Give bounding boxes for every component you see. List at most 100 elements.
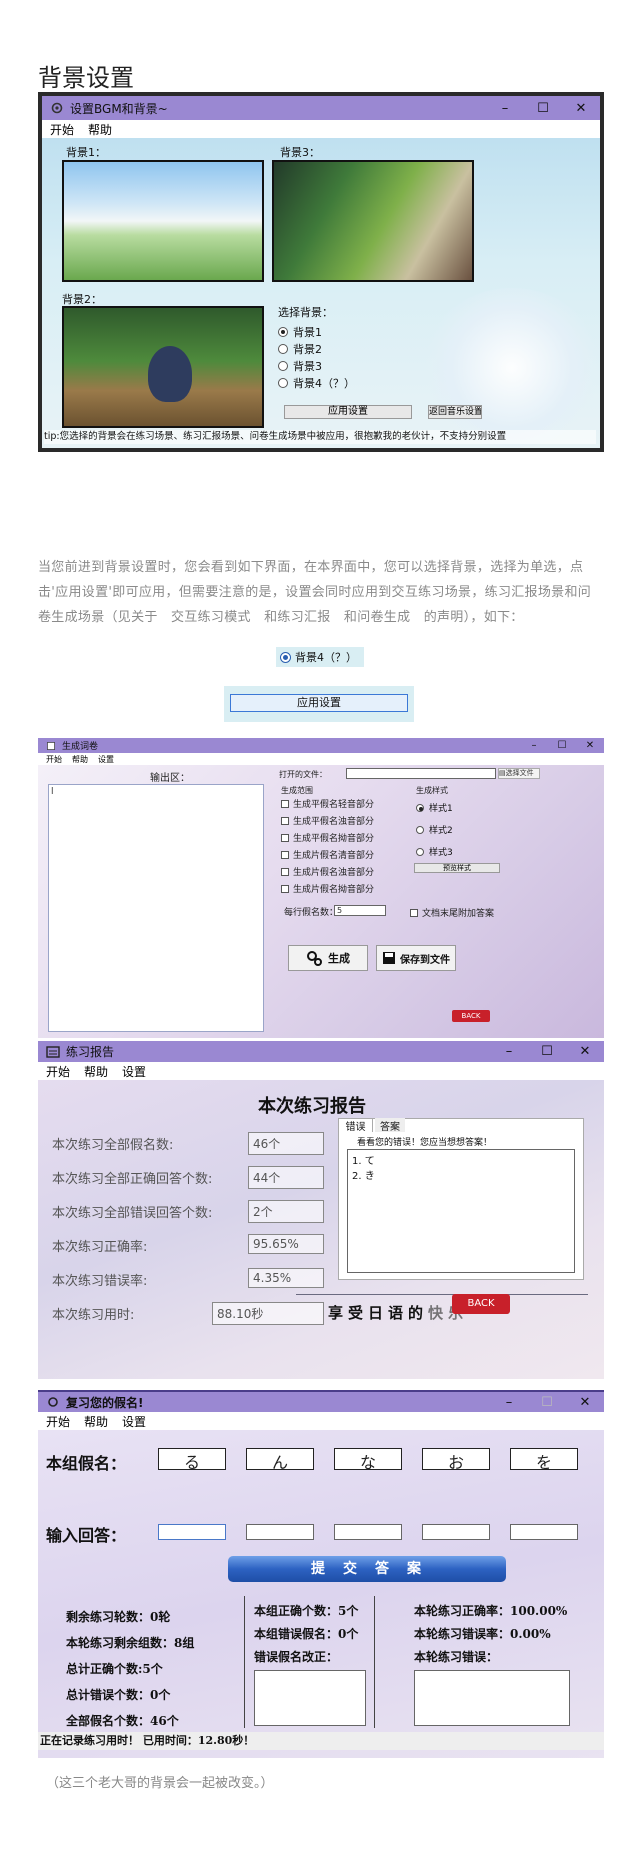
kana-box-3: な [334,1448,402,1472]
gear-icon [51,102,63,114]
maximize-button[interactable]: ☐ [548,740,576,751]
tab-answers[interactable]: 答案 [375,1118,405,1133]
menu-start[interactable]: 开始 [46,1063,70,1080]
submit-answer-button[interactable]: 提 交 答 案 [228,1556,506,1582]
close-button[interactable]: ✕ [576,740,604,751]
output-textarea[interactable]: l [48,784,264,1032]
stats-mid: 本组正确个数：5个 本组错误假名：0个 错误假名改正： [254,1602,358,1665]
checkbox-icon [281,816,289,825]
menu-start[interactable]: 开始 [46,754,62,765]
style-title: 生成样式 [416,786,448,795]
range-checkbox-1[interactable]: 生成平假名轻音部分 [281,797,374,810]
choose-file-button[interactable]: ▤选择文件 [498,768,540,779]
minimize-button[interactable]: – [490,1395,528,1410]
style-radio-3[interactable]: 样式3 [416,845,453,858]
answer-input-2[interactable] [246,1524,314,1540]
append-answer-checkbox[interactable]: 文档末尾附加答案 [410,906,494,919]
maximize-button[interactable]: ☐ [528,1044,566,1059]
style-radio-2[interactable]: 样式2 [416,823,453,836]
range-checkbox-3[interactable]: 生成平假名拗音部分 [281,831,374,844]
report-value-2: 44个 [248,1166,324,1189]
gears-icon [307,951,322,966]
kana-box-1: る [158,1448,226,1472]
style-radio-1[interactable]: 样式1 [416,801,453,814]
save-to-file-button[interactable]: 保存到文件 [376,945,456,971]
menu-help[interactable]: 帮助 [88,121,112,138]
radio-bg3[interactable]: 背景3 [278,358,322,374]
report-label-4: 本次练习正确率: [52,1240,148,1255]
menu-settings[interactable]: 设置 [122,1413,146,1430]
stat-group-wrong: 本组错误假名：0个 [254,1627,359,1641]
minimize-button[interactable]: – [490,1044,528,1059]
stat-remaining-groups: 本轮练习剩余组数：8组 [66,1636,195,1650]
back-button[interactable]: BACK [452,1294,510,1314]
output-label: 输出区： [150,773,190,784]
tip-text: tip:您选择的背景会在练习场景、练习汇报场景、问卷生成场景中被应用，很抱歉我的… [44,430,596,444]
apply-settings-button[interactable]: 应用设置 [230,694,408,712]
per-line-input[interactable]: 5 [334,905,386,916]
floppy-disk-icon [383,952,395,964]
menu-start[interactable]: 开始 [50,121,74,138]
minimize-button[interactable]: – [520,740,548,751]
bg2-preview-image[interactable] [62,306,264,428]
slogan-divider [296,1294,588,1295]
stat-total-wrong: 总计错误个数：0个 [66,1688,171,1702]
stats-left: 剩余练习轮数：0轮 本轮练习剩余组数：8组 总计正确个数:5个 总计错误个数：0… [66,1608,194,1729]
answer-input-1[interactable] [158,1524,226,1540]
menu-help[interactable]: 帮助 [84,1413,108,1430]
close-button[interactable]: ✕ [562,101,600,116]
open-file-field[interactable] [346,768,496,779]
bg1-label: 背景1： [66,146,106,159]
fix-textbox[interactable] [254,1670,366,1726]
report-label-2: 本次练习全部正确回答个数: [52,1172,213,1187]
answer-input-3[interactable] [334,1524,402,1540]
radio-bg4[interactable]: 背景4（？） [278,375,355,391]
menu-help[interactable]: 帮助 [72,754,88,765]
stat-group-correct: 本组正确个数：5个 [254,1604,359,1618]
back-button[interactable]: BACK [452,1010,490,1022]
report-label-5: 本次练习错误率: [52,1274,148,1289]
window-title: 设置BGM和背景~ [70,101,168,116]
title-bar: 生成词卷 – ☐ ✕ [38,738,604,753]
range-checkbox-2[interactable]: 生成平假名浊音部分 [281,814,374,827]
kana-box-5: を [510,1448,578,1472]
group-kana-label: 本组假名： [46,1454,127,1473]
radio-bg2[interactable]: 背景2 [278,341,322,357]
report-value-4: 95.65% [248,1234,324,1254]
menu-settings[interactable]: 设置 [98,754,114,765]
kana-box-4: お [422,1448,490,1472]
answer-input-4[interactable] [422,1524,490,1540]
close-button[interactable]: ✕ [566,1044,604,1059]
menu-help[interactable]: 帮助 [84,1063,108,1080]
checkbox-icon [281,867,289,876]
tab-errors[interactable]: 错误 [339,1118,373,1133]
preview-style-button[interactable]: 预览样式 [414,863,500,873]
report-icon [46,1045,60,1058]
minimize-button[interactable]: – [486,101,524,116]
select-bg-label: 选择背景： [278,306,333,319]
input-answer-label: 输入回答： [46,1526,127,1545]
bg3-preview-image[interactable] [272,160,474,282]
maximize-button[interactable]: ☐ [524,101,562,116]
report-label-1: 本次练习全部假名数: [52,1138,174,1153]
close-button[interactable]: ✕ [566,1395,604,1410]
range-checkbox-4[interactable]: 生成片假名清音部分 [281,848,374,861]
answer-input-5[interactable] [510,1524,578,1540]
menu-start[interactable]: 开始 [46,1413,70,1430]
window-body: 本组假名： る ん な お を 输入回答： 提 交 答 案 剩余练习轮数：0轮 … [38,1430,604,1758]
round-errors-textbox[interactable] [414,1670,570,1726]
generate-button[interactable]: 生成 [288,945,368,971]
menu-settings[interactable]: 设置 [122,1063,146,1080]
back-to-music-button[interactable]: 返回音乐设置 [428,405,482,419]
kana-review-window: 复习您的假名! – ☐ ✕ 开始 帮助 设置 本组假名： る ん な お を 输入回… [38,1390,604,1758]
radio-bg1[interactable]: 背景1 [278,324,322,340]
errors-list[interactable]: 1. て 2. き [347,1149,575,1273]
bg1-preview-image[interactable] [62,160,264,282]
apply-settings-button[interactable]: 应用设置 [284,405,412,419]
range-checkbox-6[interactable]: 生成片假名拗音部分 [281,882,374,895]
window-body: 本次练习报告 本次练习全部假名数: 46个 本次练习全部正确回答个数: 44个 … [38,1080,604,1379]
title-bar: 复习您的假名! – ☐ ✕ [38,1390,604,1412]
error-item-2: 2. き [352,1171,375,1182]
maximize-button[interactable]: ☐ [528,1395,566,1410]
range-checkbox-5[interactable]: 生成片假名浊音部分 [281,865,374,878]
